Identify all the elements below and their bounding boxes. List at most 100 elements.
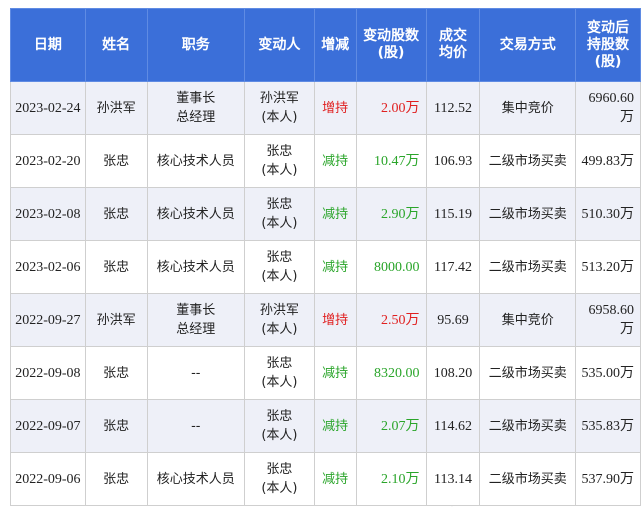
changer-line: 张忠 [266, 144, 293, 159]
cell-date: 2022-09-08 [10, 346, 86, 400]
cell-direction: 增持 [313, 81, 357, 135]
direction-text: 增持 [322, 312, 349, 328]
cell-price: 112.52 [425, 81, 481, 135]
changer-line: (本人) [261, 322, 298, 337]
cell-after: 535.00万 [575, 346, 641, 400]
price-text: 115.19 [433, 206, 472, 222]
position-line: 总经理 [176, 110, 216, 125]
position-line: 董事长 [176, 91, 216, 106]
header-price: 成交 均价 [425, 8, 481, 82]
table-header: 日期 姓名 职务 变动人 增减 变动股数 (股) 成交 均价 交易方式 变动后 … [10, 8, 641, 82]
cell-name: 张忠 [84, 134, 148, 188]
cell-change-shares: 2.50万 [355, 293, 427, 347]
change-shares-text: 2.90万 [381, 206, 420, 222]
header-price-line1: 成交 [438, 28, 467, 44]
cell-name: 孙洪军 [84, 293, 148, 347]
after-text: 499.83万 [581, 153, 635, 169]
header-method: 交易方式 [479, 8, 576, 82]
table-row: 2022-09-06 张忠 核心技术人员 张忠 (本人) 减持 2.10万 113.14 二级市… [10, 452, 641, 506]
date-text: 2023-02-06 [15, 259, 81, 275]
position-line: 核心技术人员 [156, 471, 235, 487]
header-change-shares-line2: (股) [377, 45, 405, 61]
cell-price: 106.93 [425, 134, 481, 188]
after-text: 6958.60万 [588, 303, 635, 337]
header-name: 姓名 [84, 8, 148, 82]
cell-changer: 张忠 (本人) [244, 240, 315, 294]
cell-changer: 张忠 (本人) [244, 452, 315, 506]
cell-position: 董事长 总经理 [146, 81, 246, 135]
direction-text: 减持 [322, 471, 349, 487]
cell-name: 张忠 [84, 346, 148, 400]
cell-name: 张忠 [84, 240, 148, 294]
date-text: 2023-02-20 [15, 153, 81, 169]
table-row: 2022-09-27 孙洪军 董事长 总经理 孙洪军 (本人) 增持 2.50万 95.69 集中… [10, 293, 641, 347]
change-shares-text: 8320.00 [374, 365, 420, 381]
cell-change-shares: 2.10万 [355, 452, 427, 506]
position-line: -- [191, 418, 201, 434]
price-text: 95.69 [437, 312, 469, 328]
change-shares-text: 8000.00 [374, 259, 420, 275]
changer-line: (本人) [261, 163, 298, 178]
cell-price: 117.42 [425, 240, 481, 294]
position-line: 核心技术人员 [156, 206, 235, 222]
changer-line: 张忠 [266, 197, 293, 212]
cell-direction: 减持 [313, 134, 357, 188]
cell-name: 张忠 [84, 187, 148, 241]
position-line: -- [191, 365, 201, 381]
changer-line: 张忠 [266, 250, 293, 265]
after-text: 535.83万 [581, 418, 635, 434]
cell-price: 95.69 [425, 293, 481, 347]
cell-date: 2023-02-20 [10, 134, 86, 188]
insider-trading-table: 日期 姓名 职务 变动人 增减 变动股数 (股) 成交 均价 交易方式 变动后 … [10, 8, 641, 506]
direction-text: 增持 [322, 100, 349, 116]
cell-position: 核心技术人员 [146, 134, 246, 188]
method-text: 二级市场买卖 [488, 418, 567, 434]
price-text: 113.14 [433, 471, 472, 487]
cell-price: 114.62 [425, 399, 481, 453]
cell-method: 二级市场买卖 [479, 240, 576, 294]
table-row: 2022-09-08 张忠 -- 张忠 (本人) 减持 8320.00 108.20 二级市场买… [10, 346, 641, 400]
cell-method: 二级市场买卖 [479, 399, 576, 453]
table-wrapper: 日期 姓名 职务 变动人 增减 变动股数 (股) 成交 均价 交易方式 变动后 … [10, 8, 641, 506]
cell-method: 集中竞价 [479, 293, 576, 347]
name-text: 张忠 [103, 259, 130, 275]
name-text: 张忠 [103, 153, 130, 169]
cell-date: 2022-09-27 [10, 293, 86, 347]
cell-changer: 张忠 (本人) [244, 399, 315, 453]
after-text: 6960.60万 [588, 91, 635, 125]
cell-date: 2023-02-24 [10, 81, 86, 135]
changer-line: (本人) [261, 428, 298, 443]
cell-after: 537.90万 [575, 452, 641, 506]
cell-change-shares: 2.90万 [355, 187, 427, 241]
change-shares-text: 2.07万 [381, 418, 420, 434]
changer-line: (本人) [261, 481, 298, 496]
date-text: 2023-02-08 [15, 206, 81, 222]
direction-text: 减持 [322, 259, 349, 275]
header-after: 变动后 持股数 (股) [575, 8, 641, 82]
cell-date: 2022-09-07 [10, 399, 86, 453]
method-text: 二级市场买卖 [488, 365, 567, 381]
cell-method: 二级市场买卖 [479, 452, 576, 506]
cell-method: 集中竞价 [479, 81, 576, 135]
table-row: 2023-02-06 张忠 核心技术人员 张忠 (本人) 减持 8000.00 117.42 二… [10, 240, 641, 294]
direction-text: 减持 [322, 153, 349, 169]
table-row: 2022-09-07 张忠 -- 张忠 (本人) 减持 2.07万 114.62 二级市场买卖 5… [10, 399, 641, 453]
price-text: 108.20 [433, 365, 473, 381]
changer-line: (本人) [261, 216, 298, 231]
name-text: 张忠 [103, 206, 130, 222]
date-text: 2023-02-24 [15, 100, 81, 116]
cell-change-shares: 2.00万 [355, 81, 427, 135]
cell-method: 二级市场买卖 [479, 346, 576, 400]
cell-after: 513.20万 [575, 240, 641, 294]
price-text: 112.52 [433, 100, 472, 116]
cell-direction: 减持 [313, 452, 357, 506]
cell-date: 2023-02-08 [10, 187, 86, 241]
method-text: 集中竞价 [501, 312, 554, 328]
method-text: 二级市场买卖 [488, 206, 567, 222]
method-text: 集中竞价 [501, 100, 554, 116]
after-text: 510.30万 [581, 206, 635, 222]
change-shares-text: 2.10万 [381, 471, 420, 487]
cell-position: -- [146, 399, 246, 453]
changer-line: 孙洪军 [259, 303, 299, 318]
header-change-shares-line1: 变动股数 [363, 28, 420, 44]
